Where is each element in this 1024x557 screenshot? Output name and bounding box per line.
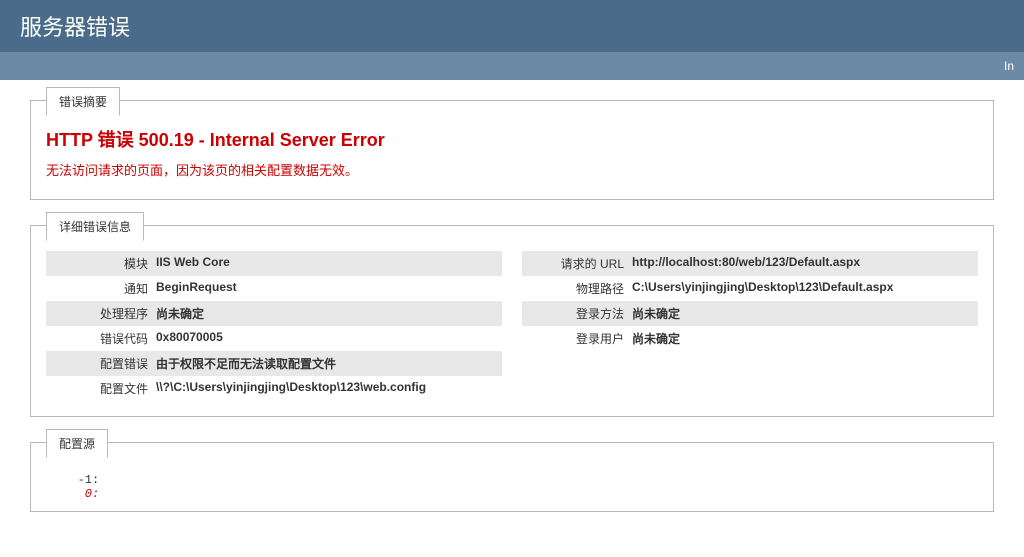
detail-value: http://localhost:80/web/123/Default.aspx: [632, 255, 978, 272]
detail-row-notification: 通知 BeginRequest: [46, 276, 502, 301]
detail-value: 由于权限不足而无法读取配置文件: [156, 355, 502, 372]
detail-label: 配置错误: [46, 355, 156, 372]
detail-label: 登录用户: [522, 330, 632, 347]
detail-row-loginuser: 登录用户 尚未确定: [522, 326, 978, 351]
detail-value: IIS Web Core: [156, 255, 502, 272]
error-summary-tab: 错误摘要: [46, 87, 120, 116]
error-details-section: 详细错误信息 模块 IIS Web Core 通知 BeginRequest 处…: [30, 225, 994, 417]
config-line-1: -1:: [56, 473, 968, 487]
error-summary-section: 错误摘要 HTTP 错误 500.19 - Internal Server Er…: [30, 100, 994, 200]
detail-value: C:\Users\yinjingjing\Desktop\123\Default…: [632, 280, 978, 297]
detail-value: 0x80070005: [156, 330, 502, 347]
detail-value: \\?\C:\Users\yinjingjing\Desktop\123\web…: [156, 380, 502, 397]
detail-label: 处理程序: [46, 305, 156, 322]
config-source-section: 配置源 -1: 0:: [30, 442, 994, 512]
detail-row-errorcode: 错误代码 0x80070005: [46, 326, 502, 351]
config-source-content: -1: 0:: [46, 468, 978, 506]
error-details-tab: 详细错误信息: [46, 212, 144, 241]
detail-value: 尚未确定: [632, 305, 978, 322]
sub-header-text: In: [1004, 59, 1014, 73]
detail-row-configfile: 配置文件 \\?\C:\Users\yinjingjing\Desktop\12…: [46, 376, 502, 401]
config-source-tab: 配置源: [46, 429, 108, 458]
details-left-column: 模块 IIS Web Core 通知 BeginRequest 处理程序 尚未确…: [46, 251, 502, 401]
detail-row-physicalpath: 物理路径 C:\Users\yinjingjing\Desktop\123\De…: [522, 276, 978, 301]
error-title: HTTP 错误 500.19 - Internal Server Error: [46, 126, 978, 152]
page-title: 服务器错误: [20, 15, 130, 40]
page-header: 服务器错误: [0, 0, 1024, 52]
detail-label: 模块: [46, 255, 156, 272]
detail-label: 错误代码: [46, 330, 156, 347]
detail-label: 请求的 URL: [522, 255, 632, 272]
sub-header-bar: In: [0, 52, 1024, 80]
detail-value: BeginRequest: [156, 280, 502, 297]
detail-label: 登录方法: [522, 305, 632, 322]
detail-row-loginmethod: 登录方法 尚未确定: [522, 301, 978, 326]
detail-row-handler: 处理程序 尚未确定: [46, 301, 502, 326]
details-container: 模块 IIS Web Core 通知 BeginRequest 处理程序 尚未确…: [46, 251, 978, 401]
error-description: 无法访问请求的页面，因为该页的相关配置数据无效。: [46, 160, 978, 179]
details-right-column: 请求的 URL http://localhost:80/web/123/Defa…: [522, 251, 978, 401]
detail-row-url: 请求的 URL http://localhost:80/web/123/Defa…: [522, 251, 978, 276]
detail-label: 通知: [46, 280, 156, 297]
content-area: 错误摘要 HTTP 错误 500.19 - Internal Server Er…: [0, 80, 1024, 557]
config-line-2: 0:: [56, 487, 968, 501]
detail-label: 物理路径: [522, 280, 632, 297]
detail-row-configerror: 配置错误 由于权限不足而无法读取配置文件: [46, 351, 502, 376]
detail-value: 尚未确定: [632, 330, 978, 347]
detail-value: 尚未确定: [156, 305, 502, 322]
detail-label: 配置文件: [46, 380, 156, 397]
detail-row-module: 模块 IIS Web Core: [46, 251, 502, 276]
